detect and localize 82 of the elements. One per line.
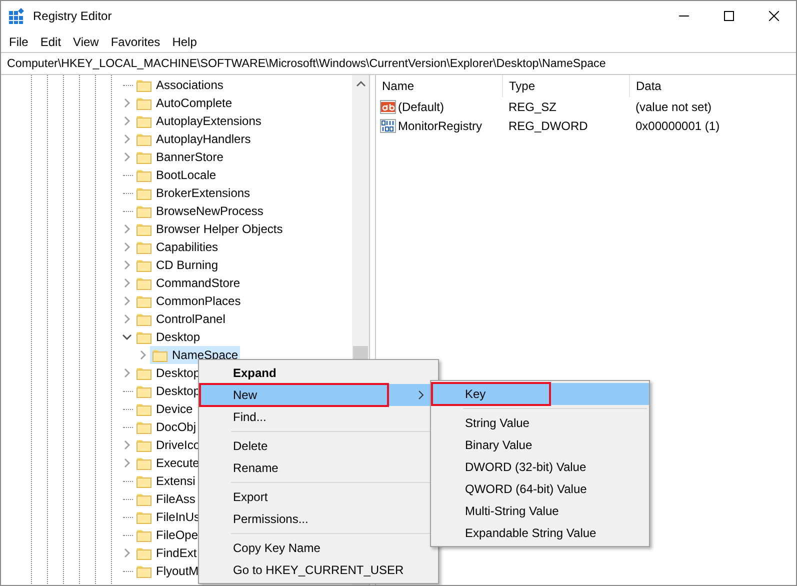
folder-icon	[136, 311, 152, 327]
folder-icon	[136, 473, 152, 489]
value-data: 0x00000001 (1)	[634, 118, 721, 134]
tree-item[interactable]: AutoplayHandlers	[134, 130, 253, 148]
menu-bar-item[interactable]: Favorites	[104, 34, 166, 48]
tree-item[interactable]: BrowseNewProcess	[134, 202, 266, 220]
tree-item[interactable]: Browser Helper Objects	[134, 220, 285, 238]
folder-icon	[136, 95, 152, 111]
value-name[interactable]: (Default)	[398, 100, 444, 114]
folder-icon	[136, 437, 152, 453]
tree-item[interactable]: BrokerExtensions	[134, 184, 252, 202]
tree-item[interactable]: CommandStore	[134, 274, 242, 292]
registry-app-icon	[9, 8, 25, 24]
column-header[interactable]: Type	[502, 75, 630, 97]
menu-item[interactable]: String Value	[431, 412, 649, 434]
folder-icon	[136, 167, 152, 183]
menu-item[interactable]: Go to HKEY_CURRENT_USER	[199, 559, 438, 581]
value-type: REG_SZ	[502, 97, 630, 116]
address-path[interactable]: Computer\HKEY_LOCAL_MACHINE\SOFTWARE\Microsoft\Windows\CurrentVersion\Explorer\Desktop\NameSpace	[7, 57, 606, 70]
folder-icon	[136, 545, 152, 561]
folder-icon	[136, 113, 152, 129]
folder-icon	[152, 347, 168, 363]
scroll-up-icon	[356, 80, 366, 86]
tree-item[interactable]: CD Burning	[134, 256, 220, 274]
window-title: Registry Editor	[33, 9, 112, 23]
menu-bar-item[interactable]: Edit	[34, 34, 68, 48]
menu-bar-item[interactable]: File	[3, 34, 34, 48]
folder-icon	[136, 455, 152, 471]
tree-item[interactable]: CommonPlaces	[134, 292, 243, 310]
column-header[interactable]: Name	[376, 75, 502, 97]
folder-icon	[136, 275, 152, 291]
tree-item[interactable]: AutoComplete	[134, 94, 234, 112]
folder-icon	[136, 149, 152, 165]
tree-item[interactable]: BannerStore	[134, 148, 226, 166]
folder-icon	[136, 131, 152, 147]
folder-icon	[136, 77, 152, 93]
value-name[interactable]: MonitorRegistry	[398, 118, 482, 132]
folder-icon	[136, 509, 152, 525]
tree-item[interactable]: FlyoutM	[134, 562, 201, 580]
tree-item[interactable]: Desktop	[134, 328, 202, 346]
menu-item[interactable]: Binary Value	[431, 434, 649, 456]
folder-icon	[136, 257, 152, 273]
menu-item[interactable]: QWORD (64-bit) Value	[431, 478, 649, 500]
folder-icon	[136, 329, 152, 345]
folder-icon	[136, 383, 152, 399]
tree-item[interactable]: DocObj	[134, 418, 198, 436]
column-header[interactable]: Data	[630, 75, 796, 97]
folder-icon	[136, 419, 152, 435]
menu-item[interactable]: Key	[431, 383, 649, 405]
value-data: (value not set)	[630, 97, 796, 116]
folder-icon	[136, 365, 152, 381]
tree-item[interactable]: Execute	[134, 454, 202, 472]
folder-icon	[136, 185, 152, 201]
tree-item[interactable]: Capabilities	[134, 238, 220, 256]
tree-item[interactable]: Extensi	[134, 472, 198, 490]
tree-item[interactable]: FindExt	[134, 544, 199, 562]
tree-item[interactable]: BootLocale	[134, 166, 218, 184]
tree-item[interactable]: AutoplayExtensions	[134, 112, 264, 130]
maximize-icon	[724, 11, 734, 21]
chevron-right-icon	[418, 390, 424, 400]
text-value-icon	[380, 98, 396, 114]
folder-icon	[136, 239, 152, 255]
menu-item[interactable]: Multi-String Value	[431, 500, 649, 522]
folder-icon	[136, 491, 152, 507]
folder-icon	[136, 563, 152, 579]
binary-value-icon	[380, 118, 396, 134]
tree-item[interactable]: FileOpe	[134, 526, 200, 544]
menu-bar-item[interactable]: Help	[166, 34, 203, 48]
menu-bar-item[interactable]: View	[67, 34, 105, 48]
tree-item[interactable]: ControlPanel	[134, 310, 228, 328]
folder-icon	[136, 401, 152, 417]
menu-item[interactable]: DWORD (32-bit) Value	[431, 456, 649, 478]
value-type: REG_DWORD	[508, 118, 589, 134]
tree-item[interactable]: FileAss	[134, 490, 198, 508]
folder-icon	[136, 203, 152, 219]
tree-item[interactable]: Associations	[134, 76, 226, 94]
folder-icon	[136, 221, 152, 237]
folder-icon	[136, 527, 152, 543]
tree-item[interactable]: Device	[134, 400, 195, 418]
folder-icon	[136, 293, 152, 309]
close-icon	[768, 11, 778, 21]
tree-item[interactable]: FileInUs	[134, 508, 202, 526]
